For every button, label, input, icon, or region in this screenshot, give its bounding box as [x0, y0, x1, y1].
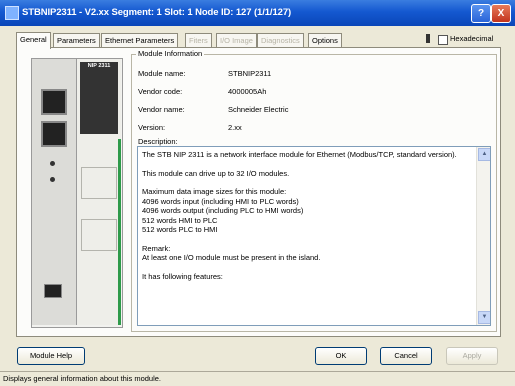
- help-button[interactable]: ?: [471, 4, 491, 23]
- status-bar: Displays general information about this …: [0, 371, 515, 386]
- close-button[interactable]: X: [491, 4, 511, 23]
- vendor-code-label: Vendor code:: [138, 87, 183, 96]
- ok-button[interactable]: OK: [315, 347, 367, 365]
- description-paragraph: The STB NIP 2311 is a network interface …: [142, 150, 457, 159]
- tab-io-image[interactable]: I/O Image: [216, 33, 257, 48]
- description-paragraph: It has following features:: [142, 271, 223, 281]
- module-help-button[interactable]: Module Help: [17, 347, 85, 365]
- apply-button[interactable]: Apply: [446, 347, 498, 365]
- module-label-strip: NIP 2311: [80, 62, 118, 134]
- group-title: Module Information: [136, 49, 205, 58]
- pin-icon: [426, 34, 430, 43]
- connector-icon: [44, 284, 62, 298]
- module-image: NIP 2311: [31, 58, 123, 328]
- description-paragraph: This module can drive up to 32 I/O modul…: [142, 168, 290, 178]
- indicator-dot: [50, 161, 55, 166]
- module-slot: [81, 167, 117, 199]
- module-base: [32, 59, 77, 325]
- cancel-button[interactable]: Cancel: [380, 347, 432, 365]
- tab-ethernet-parameters[interactable]: Ethernet Parameters: [101, 33, 179, 48]
- ethernet-port-icon: [41, 89, 67, 115]
- tab-diagnostics[interactable]: Diagnostics: [257, 33, 304, 48]
- window-title: STBNIP2311 - V2.xx Segment: 1 Slot: 1 No…: [22, 7, 292, 18]
- app-icon: [5, 6, 19, 20]
- scroll-down-icon[interactable]: ▼: [478, 311, 490, 324]
- indicator-dot: [50, 177, 55, 182]
- tab-general[interactable]: General: [16, 32, 51, 49]
- tab-parameters[interactable]: Parameters: [53, 33, 100, 48]
- vendor-name-label: Vendor name:: [138, 105, 185, 114]
- module-slot: [81, 219, 117, 251]
- tab-filters[interactable]: Fiters: [185, 33, 212, 48]
- description-textbox[interactable]: The STB NIP 2311 is a network interface …: [137, 146, 491, 326]
- module-face: NIP 2311: [77, 59, 121, 325]
- title-bar: STBNIP2311 - V2.xx Segment: 1 Slot: 1 No…: [0, 0, 515, 26]
- tab-options[interactable]: Options: [308, 33, 342, 48]
- module-information-group: Module Information Module name: STBNIP23…: [131, 49, 497, 332]
- hexadecimal-checkbox[interactable]: [438, 35, 448, 45]
- version-label: Version:: [138, 123, 166, 132]
- module-name-value: STBNIP2311: [228, 69, 272, 78]
- ethernet-port-icon: [41, 121, 67, 147]
- description-scrollbar[interactable]: ▲ ▼: [476, 147, 490, 325]
- general-tab-panel: NIP 2311 Module Information Module name:…: [16, 47, 501, 337]
- module-model-label: NIP 2311: [87, 63, 111, 69]
- green-stripe: [118, 139, 121, 325]
- module-name-label: Module name:: [138, 69, 186, 78]
- description-text: The STB NIP 2311 is a network interface …: [142, 150, 470, 290]
- vendor-name-value: Schneider Electric: [228, 105, 289, 114]
- version-value: 2.xx: [228, 123, 242, 132]
- description-label: Description:: [138, 137, 178, 146]
- description-paragraph: Remark: At least one I/O module must be …: [142, 243, 321, 263]
- description-paragraph: Maximum data image sizes for this module…: [142, 187, 304, 234]
- hexadecimal-label: Hexadecimal: [450, 34, 494, 43]
- scroll-up-icon[interactable]: ▲: [478, 148, 490, 161]
- vendor-code-value: 4000005Ah: [228, 87, 267, 96]
- status-text: Displays general information about this …: [3, 374, 162, 383]
